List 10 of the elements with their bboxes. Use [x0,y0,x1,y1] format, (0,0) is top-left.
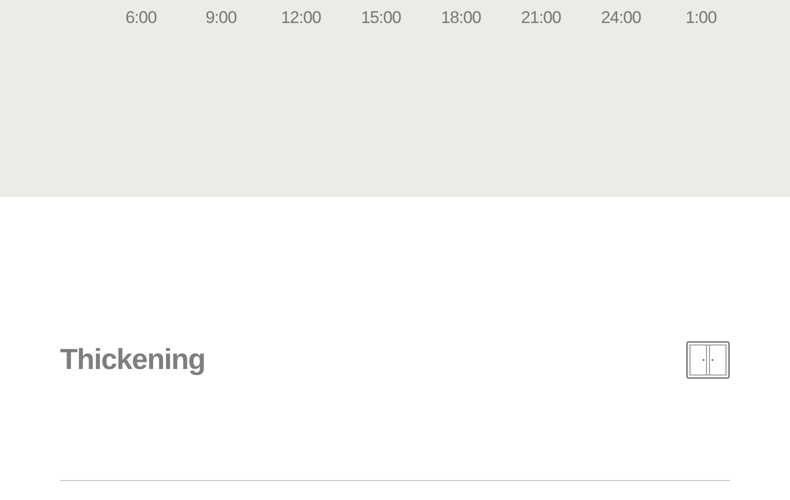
time-label: 15:00 [360,7,402,29]
time-label: 18:00 [440,7,482,29]
time-label: 1:00 [684,7,718,29]
section-title: Thickening [60,344,206,376]
cabinet-icon [686,341,730,379]
time-label: 9:00 [204,7,238,29]
time-label: 6:00 [124,7,158,29]
time-label: 24:00 [600,7,642,29]
time-label: 12:00 [280,7,322,29]
time-label: 21:00 [520,7,562,29]
